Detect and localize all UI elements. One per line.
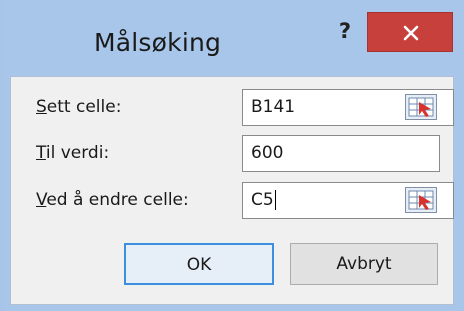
set-cell-label-text: ett celle:: [46, 97, 122, 117]
set-cell-label-accesskey: S: [36, 97, 47, 117]
range-select-icon: [405, 94, 437, 120]
close-icon: [403, 25, 419, 41]
to-value-label-text: il verdi:: [45, 143, 110, 163]
to-value-input[interactable]: 600: [242, 135, 440, 172]
cancel-button[interactable]: Avbryt: [290, 243, 438, 285]
help-button[interactable]: ?: [330, 14, 360, 48]
dialog-title: Målsøking: [94, 28, 222, 57]
dialog-body: Sett celle: B141 Til verdi: 600 Ved å en…: [10, 76, 454, 305]
close-button[interactable]: [367, 12, 453, 52]
set-cell-value: B141: [251, 97, 296, 117]
set-cell-label: Sett celle:: [36, 97, 121, 117]
range-select-icon: [405, 187, 437, 213]
set-cell-range-picker-button[interactable]: [404, 93, 438, 121]
ok-button[interactable]: OK: [124, 243, 274, 285]
changing-cell-label-accesskey: V: [36, 190, 47, 210]
title-bar[interactable]: Målsøking ?: [0, 0, 464, 76]
goal-seek-dialog: Målsøking ? Sett celle: B141 Til verdi: …: [0, 0, 464, 311]
text-caret: [274, 190, 276, 210]
changing-cell-range-picker-button[interactable]: [404, 186, 438, 214]
to-value-label: Til verdi:: [36, 143, 109, 163]
changing-cell-value: C5: [251, 190, 274, 210]
to-value-value: 600: [251, 143, 284, 163]
changing-cell-label-text: ed å endre celle:: [46, 190, 189, 210]
changing-cell-label: Ved å endre celle:: [36, 190, 189, 210]
to-value-label-accesskey: T: [36, 143, 46, 163]
